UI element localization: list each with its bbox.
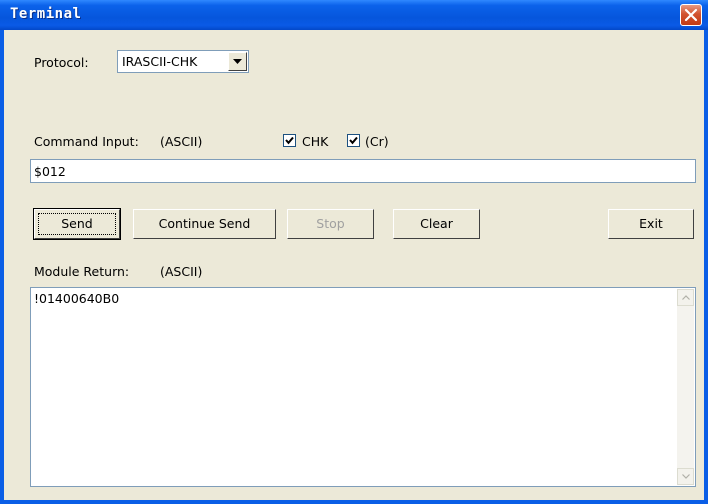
clear-button[interactable]: Clear [393, 209, 480, 239]
chevron-down-icon [682, 474, 690, 479]
command-input-label: Command Input: [34, 134, 139, 149]
continue-send-button-label: Continue Send [158, 216, 251, 231]
exit-button[interactable]: Exit [608, 209, 694, 239]
chk-checkbox[interactable] [283, 134, 296, 147]
command-input-field[interactable]: $012 [30, 159, 696, 183]
stop-button[interactable]: Stop [287, 209, 374, 239]
module-return-value: !01400640B0 [34, 291, 120, 306]
scroll-down-button[interactable] [677, 468, 694, 485]
continue-send-button[interactable]: Continue Send [133, 209, 276, 239]
chevron-down-icon [233, 59, 242, 64]
module-return-textarea[interactable]: !01400640B0 [30, 287, 696, 487]
command-input-mode: (ASCII) [160, 134, 203, 149]
exit-button-label: Exit [639, 216, 663, 231]
chk-label: CHK [302, 134, 329, 149]
title-bar[interactable]: Terminal [0, 0, 708, 30]
chevron-up-icon [682, 295, 690, 300]
close-icon [684, 8, 698, 22]
stop-button-label: Stop [316, 216, 345, 231]
command-input-value: $012 [34, 164, 66, 179]
checkmark-icon [349, 136, 358, 145]
window-title: Terminal [10, 6, 82, 22]
cr-label: (Cr) [365, 134, 389, 149]
focus-indicator [38, 213, 116, 235]
clear-button-label: Clear [420, 216, 453, 231]
cr-checkbox[interactable] [347, 134, 360, 147]
close-button[interactable] [680, 4, 702, 26]
vertical-scrollbar[interactable] [677, 289, 694, 485]
send-button[interactable]: Send [33, 208, 121, 240]
protocol-select[interactable]: IRASCII-CHK [117, 50, 249, 73]
module-return-label: Module Return: [34, 264, 130, 279]
scroll-up-button[interactable] [677, 289, 694, 306]
dropdown-button[interactable] [228, 52, 247, 71]
protocol-label: Protocol: [34, 55, 89, 70]
protocol-select-value: IRASCII-CHK [122, 54, 198, 69]
module-return-mode: (ASCII) [160, 264, 203, 279]
checkmark-icon [285, 136, 294, 145]
